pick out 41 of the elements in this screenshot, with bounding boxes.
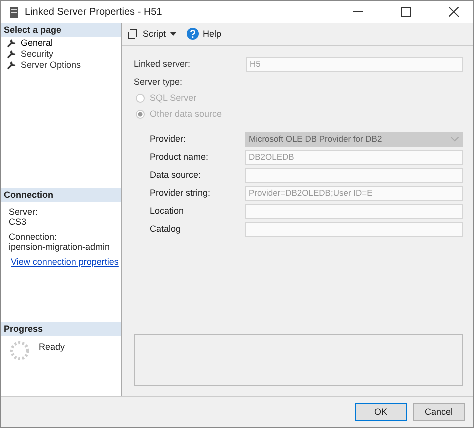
server-icon [9,6,19,18]
maximize-icon[interactable] [401,7,411,17]
wrench-icon [7,38,17,48]
server-value: CS3 [9,217,28,227]
page-item[interactable]: General [1,37,121,48]
script-icon [128,28,139,40]
field-label: Server type: [134,77,184,87]
script-button[interactable]: Script [128,28,178,40]
cancel-button[interactable]: Cancel [413,403,465,421]
caret-icon [170,32,178,36]
text-field[interactable] [245,204,463,218]
window-title: Linked Server Properties - H51 [25,6,162,18]
field-label: Location [150,206,186,216]
wrench-icon [7,48,17,58]
page-item[interactable]: Security [1,48,121,59]
field-label: Provider string: [150,188,212,198]
ok-button[interactable]: OK [355,403,407,421]
page-item[interactable]: Server Options [1,59,121,70]
progress-status: Ready [39,342,66,352]
radio-label: SQL Server [150,93,197,103]
section-header: Connection [1,188,121,202]
field-label: Product name: [150,152,210,162]
connection-properties-link[interactable]: View connection properties [11,256,119,266]
spinner-icon [9,340,31,362]
connection-value: ipension-migration-admin [9,242,112,252]
section-header: Select a page [1,23,121,37]
help-icon [187,28,200,40]
server-label: Server: [9,207,40,217]
connection-label: Connection: [9,232,58,242]
wrench-icon [7,60,17,70]
radio-label: Other data source [150,109,222,119]
field-label: Catalog [150,224,182,234]
text-field[interactable] [245,168,463,182]
help-button[interactable]: Help [187,28,222,40]
field-label: Linked server: [134,59,192,69]
field-label: Data source: [150,170,202,180]
chevron-icon [451,136,459,142]
field-label: Provider: [150,134,188,144]
close-icon[interactable] [449,7,459,17]
text-field[interactable] [245,222,463,236]
section-header: Progress [1,322,121,336]
